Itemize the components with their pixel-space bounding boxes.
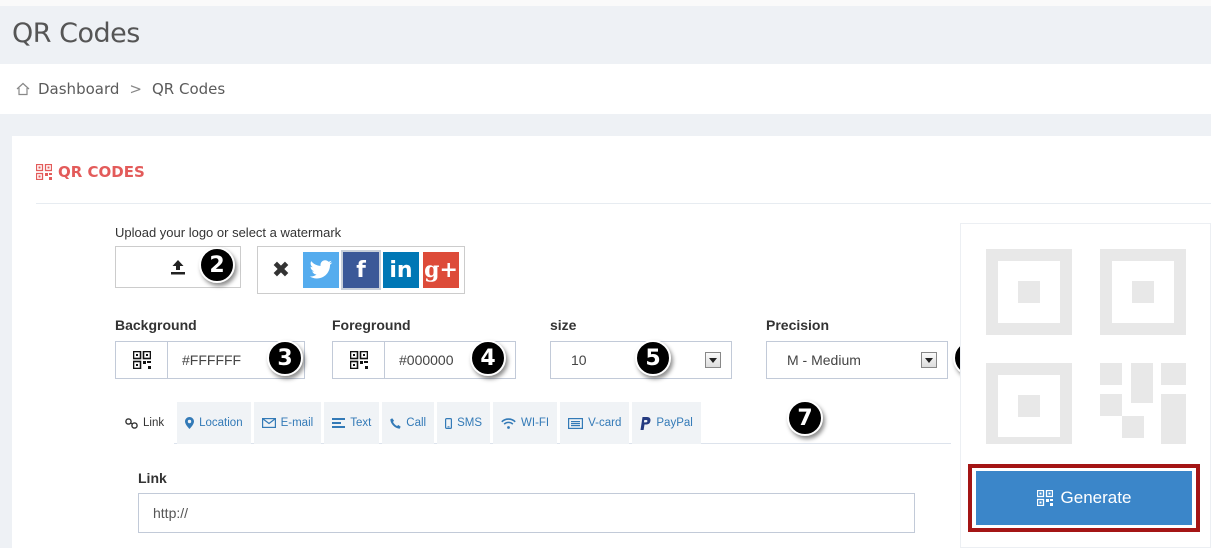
qrcode-icon <box>1036 490 1053 506</box>
linkedin-icon: in <box>389 257 413 283</box>
tab-sms[interactable]: SMS <box>437 402 491 444</box>
background-label: Background <box>115 317 197 333</box>
tab-label: V-card <box>588 417 622 429</box>
generate-button[interactable]: Generate <box>976 471 1192 525</box>
chevron-down-icon <box>705 352 721 368</box>
portlet-title: QR CODES <box>36 163 145 181</box>
link-url-input[interactable]: http:// <box>138 493 915 533</box>
tab-location[interactable]: Location <box>177 402 251 444</box>
vcard-icon <box>568 417 584 429</box>
breadcrumb-current: QR Codes <box>151 80 226 98</box>
qr-preview-image <box>986 249 1186 444</box>
title-divider <box>36 203 1211 204</box>
close-icon: ✖ <box>271 257 291 282</box>
map-marker-icon <box>185 417 195 429</box>
page-header: QR Codes <box>0 0 1211 64</box>
qrcode-icon <box>132 351 151 369</box>
tab-paypal[interactable]: PayPal <box>632 402 701 444</box>
breadcrumb: Dashboard > QR Codes <box>16 80 225 98</box>
page-title: QR Codes <box>12 18 140 49</box>
tab-label: Location <box>199 417 243 429</box>
precision-value: M - Medium <box>787 352 861 368</box>
watermark-options: ✖ f in g+ <box>257 246 465 294</box>
step-badge-5: 5 <box>635 340 671 376</box>
watermark-label: Upload your logo or select a watermark <box>115 225 342 240</box>
tab-label: Link <box>143 417 165 429</box>
facebook-icon: f <box>356 257 366 283</box>
tab-label: SMS <box>457 417 483 429</box>
google-plus-icon: g+ <box>424 257 458 283</box>
qrcode-icon <box>36 164 52 180</box>
wifi-icon <box>501 417 516 429</box>
tab-vcard[interactable]: V-card <box>560 402 630 444</box>
portlet-title-text: QR CODES <box>58 163 145 181</box>
qr-codes-portlet: QR CODES Upload your logo or select a wa… <box>12 136 1211 548</box>
qrcode-icon <box>349 351 368 369</box>
watermark-none-button[interactable]: ✖ <box>263 252 299 288</box>
phone-icon <box>390 417 401 429</box>
background-color-value[interactable]: #FFFFFF <box>168 352 241 368</box>
upload-icon <box>171 260 185 275</box>
foreground-qr-swatch[interactable] <box>333 342 385 378</box>
watermark-twitter-button[interactable] <box>303 252 339 288</box>
text-lines-icon <box>332 418 346 428</box>
precision-label: Precision <box>766 317 830 333</box>
tab-label: WI-FI <box>521 417 550 429</box>
tab-call[interactable]: Call <box>382 402 435 444</box>
size-value: 10 <box>571 352 587 368</box>
link-icon <box>125 417 138 429</box>
tab-label: E-mail <box>280 417 314 429</box>
tab-label: PayPal <box>656 417 693 429</box>
watermark-linkedin-button[interactable]: in <box>383 252 419 288</box>
envelope-icon <box>261 418 276 428</box>
tab-label: Call <box>406 417 427 429</box>
twitter-icon <box>309 260 333 279</box>
tab-link[interactable]: Link <box>115 402 175 444</box>
step-badge-4: 4 <box>470 340 506 376</box>
step-badge-7: 7 <box>787 400 823 436</box>
tab-wifi[interactable]: WI-FI <box>493 402 558 444</box>
mobile-icon <box>445 417 453 429</box>
size-label: size <box>550 317 577 333</box>
breadcrumb-bar: Dashboard > QR Codes <box>0 64 1211 114</box>
qr-type-tabs: Link Location E-mail Text Call SMS WI-FI <box>115 402 951 444</box>
watermark-google-plus-button[interactable]: g+ <box>423 252 459 288</box>
breadcrumb-dashboard-link[interactable]: Dashboard <box>38 80 119 98</box>
tab-label: Text <box>350 417 372 429</box>
foreground-color-value[interactable]: #000000 <box>385 352 454 368</box>
step-badge-2: 2 <box>199 247 235 283</box>
chevron-down-icon <box>921 352 937 368</box>
precision-select[interactable]: M - Medium <box>766 341 948 379</box>
step-badge-3: 3 <box>267 340 303 376</box>
watermark-facebook-button[interactable]: f <box>341 250 381 290</box>
tab-text[interactable]: Text <box>324 402 380 444</box>
link-field-label: Link <box>138 470 167 486</box>
breadcrumb-separator: > <box>129 80 142 98</box>
generate-label: Generate <box>1060 488 1132 507</box>
paypal-icon <box>640 416 651 430</box>
generate-highlight-frame: Generate <box>968 464 1200 532</box>
tab-email[interactable]: E-mail <box>253 402 322 444</box>
home-icon <box>16 82 30 96</box>
foreground-label: Foreground <box>332 317 411 333</box>
background-qr-swatch[interactable] <box>116 342 168 378</box>
